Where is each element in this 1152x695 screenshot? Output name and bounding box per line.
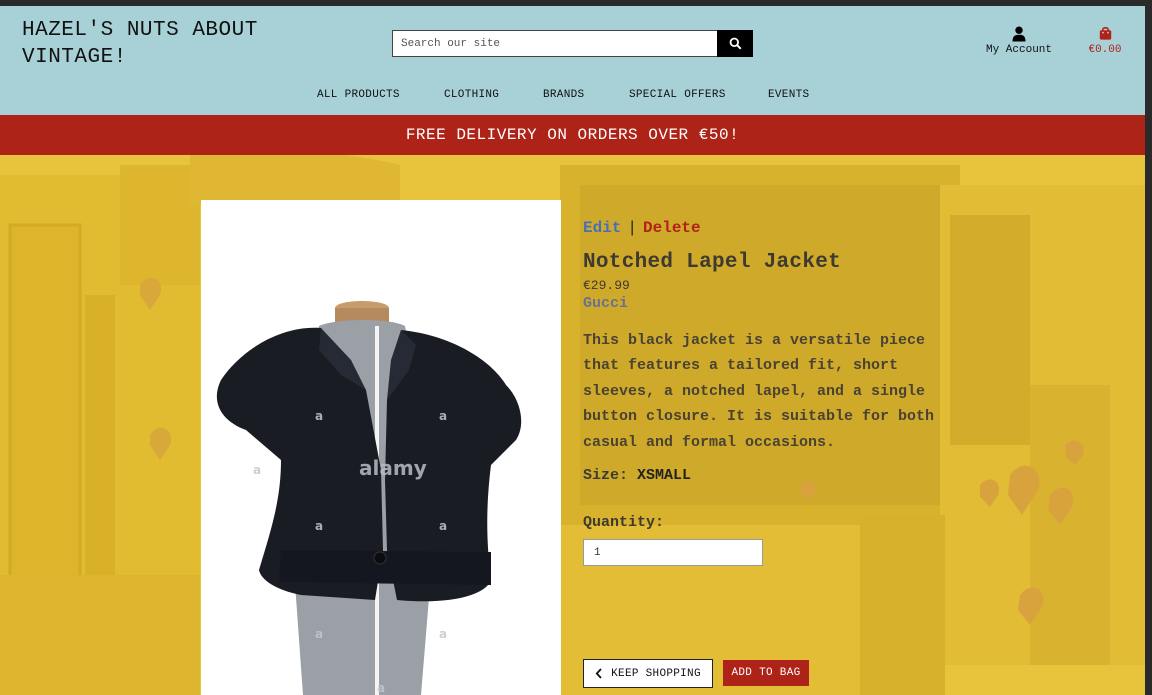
search-icon [729,37,742,50]
free-delivery-banner: FREE DELIVERY ON ORDERS OVER €50! [0,115,1145,155]
svg-text:a: a [315,409,323,423]
admin-actions: Edit | Delete [583,219,953,237]
site-logo[interactable]: HAZEL'S NUTS ABOUT VINTAGE! [22,17,292,71]
nav-item-events[interactable]: EVENTS [768,89,809,101]
chevron-left-icon [595,668,602,679]
page: HAZEL'S NUTS ABOUT VINTAGE! My Account [0,6,1145,695]
search-button[interactable] [717,30,753,57]
svg-text:a: a [315,627,323,641]
svg-text:a: a [439,627,447,641]
bag-total: €0.00 [1088,44,1122,56]
logo-line-2: VINTAGE! [22,46,127,69]
admin-actions-separator: | [627,219,638,237]
product-details: Edit | Delete Notched Lapel Jacket €29.99 … [583,219,953,567]
size-value: XSMALL [637,467,692,485]
svg-text:a: a [377,681,385,695]
delete-link[interactable]: Delete [643,219,701,237]
svg-text:a: a [439,519,447,533]
jacket-on-mannequin-image: alamy a a a a a a a a [201,200,561,695]
main-nav: ALL PRODUCTS CLOTHING BRANDS SPECIAL OFF… [0,89,1145,105]
quantity-input[interactable] [583,539,763,567]
svg-text:a: a [315,519,323,533]
size-label: Size: [583,467,629,485]
svg-text:a: a [439,409,447,423]
search-form [392,30,753,57]
nav-item-all-products[interactable]: ALL PRODUCTS [317,89,400,101]
shopfront-illustration [0,155,1145,695]
product-name: Notched Lapel Jacket [583,251,842,274]
site-header: HAZEL'S NUTS ABOUT VINTAGE! My Account [0,6,1145,115]
quantity-label: Quantity: [583,514,665,532]
search-input[interactable] [392,30,717,57]
add-to-bag-button[interactable]: ADD TO BAG [723,660,809,686]
shopfront-background [0,155,1145,695]
nav-item-clothing[interactable]: CLOTHING [444,89,499,101]
nav-item-brands[interactable]: BRANDS [543,89,584,101]
product-size: Size: XSMALL [583,467,953,484]
keep-shopping-label: KEEP SHOPPING [611,667,701,680]
nav-item-special-offers[interactable]: SPECIAL OFFERS [629,89,726,101]
user-icon [1012,26,1026,42]
edit-link[interactable]: Edit [583,219,621,237]
logo-line-1: HAZEL'S NUTS ABOUT [22,19,258,42]
svg-text:a: a [253,463,261,477]
keep-shopping-button[interactable]: KEEP SHOPPING [583,659,713,688]
product-description: This black jacket is a versatile piece t… [583,332,935,451]
product-brand-link[interactable]: Gucci [583,295,953,312]
product-actions: KEEP SHOPPING ADD TO BAG [583,659,809,688]
shopping-bag-icon [1099,27,1111,40]
product-price: €29.99 [583,278,630,293]
my-account-label: My Account [985,44,1052,56]
watermark-text: alamy [359,456,427,480]
my-account-link[interactable]: My Account [982,26,1056,56]
shopping-bag-link[interactable]: €0.00 [1084,26,1126,56]
window-right-edge [1145,0,1152,695]
product-image: alamy a a a a a a a a [201,200,561,695]
